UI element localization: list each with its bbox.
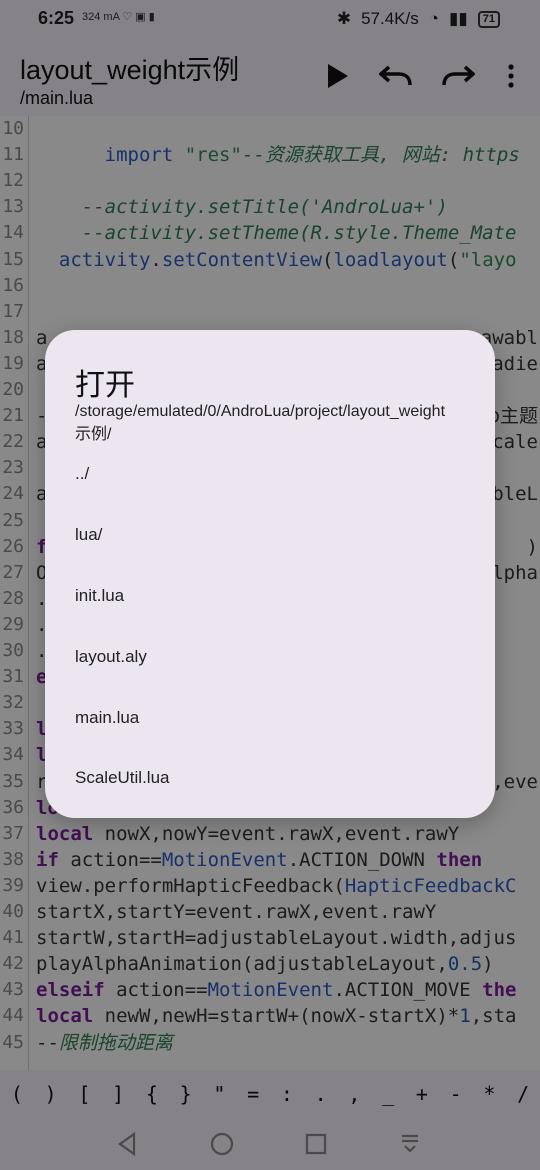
file-item-label: init.lua bbox=[75, 586, 125, 605]
file-item-label: main.lua bbox=[75, 708, 140, 727]
dialog-title: 打开 bbox=[75, 369, 135, 402]
file-item-label: ScaleUtil.lua bbox=[75, 768, 170, 787]
open-file-dialog: 打开 /storage/emulated/0/AndroLua/project/… bbox=[45, 330, 495, 818]
file-item-scaleutil-lua[interactable]: ScaleUtil.lua bbox=[45, 750, 495, 806]
file-item-label: lua/ bbox=[75, 525, 103, 544]
file-item-parent[interactable]: ../ bbox=[45, 446, 495, 502]
file-item-lua-folder[interactable]: lua/ bbox=[45, 507, 495, 563]
file-item-init-lua[interactable]: init.lua bbox=[45, 568, 495, 624]
dialog-path: /storage/emulated/0/AndroLua/project/lay… bbox=[75, 403, 446, 443]
file-item-label: ../ bbox=[75, 464, 90, 483]
file-item-label: layout.aly bbox=[75, 647, 147, 666]
file-item-layout-aly[interactable]: layout.aly bbox=[45, 629, 495, 685]
file-item-main-lua[interactable]: main.lua bbox=[45, 690, 495, 746]
